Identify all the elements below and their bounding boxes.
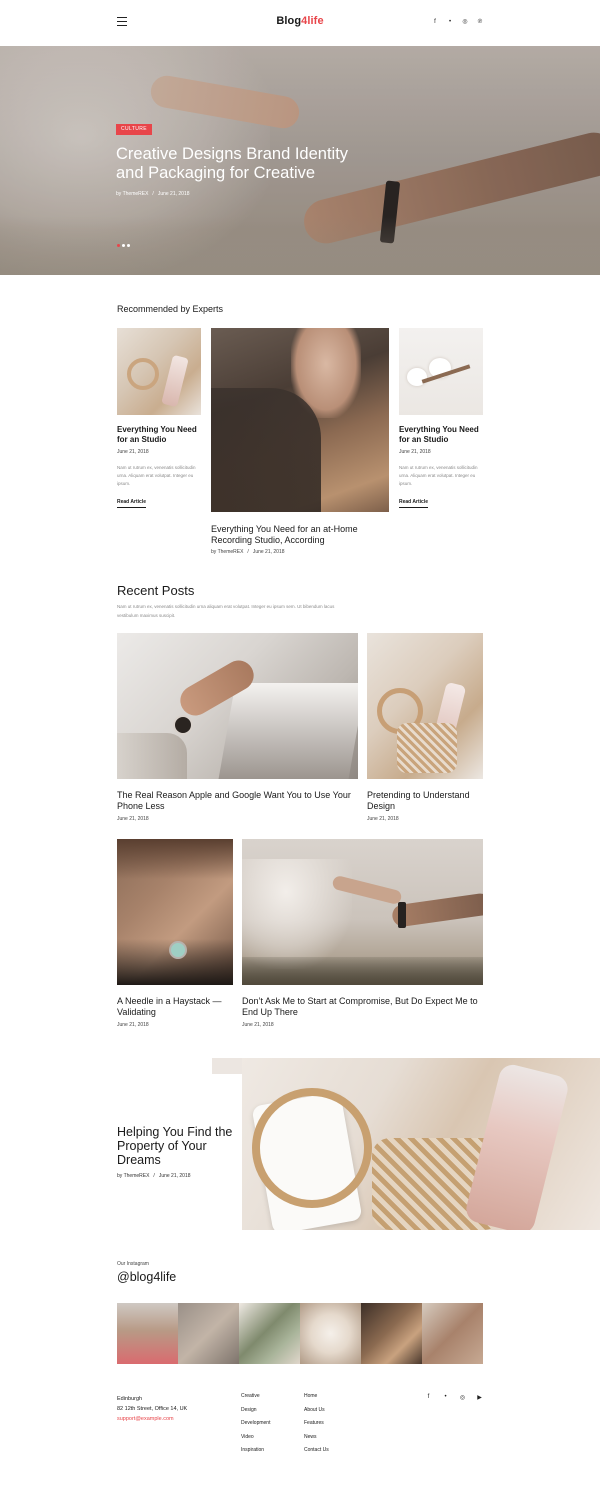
footer-street: 82 12th Street, Office 14, UK (117, 1406, 188, 1412)
footer-link-creative[interactable]: Creative (241, 1393, 270, 1407)
logo-text-blog: Blog (276, 15, 302, 27)
facebook-icon[interactable]: f (432, 18, 438, 26)
footer-address: Edinburgh 82 12th Street, Office 14, UK … (117, 1394, 187, 1424)
post-3-image[interactable] (117, 839, 233, 985)
rec-center-date: June 21, 2018 (252, 549, 285, 555)
rec-left-date: June 21, 2018 (117, 449, 149, 455)
rec-left-image[interactable] (117, 328, 201, 415)
footer-email-link[interactable]: support@example.com (117, 1414, 187, 1424)
rec-left-title[interactable]: Everything You Need for an Studio (117, 425, 202, 445)
instagram-icon[interactable]: ◎ (462, 18, 468, 26)
promo-title[interactable]: Helping You Find the Property of Your Dr… (117, 1125, 237, 1167)
instagram-grid (117, 1303, 483, 1364)
footer-categories: Creative Design Development Video Inspir… (241, 1393, 270, 1461)
hero-pagination (117, 244, 130, 247)
promo-image[interactable] (242, 1058, 600, 1230)
instagram-photo-2[interactable] (178, 1303, 239, 1364)
footer-link-design[interactable]: Design (241, 1407, 270, 1421)
site-logo[interactable]: Blog4life (0, 15, 600, 27)
youtube-icon[interactable]: ▶ (476, 1394, 483, 1401)
rec-right-title[interactable]: Everything You Need for an Studio (399, 425, 484, 445)
rec-right-image[interactable] (399, 328, 483, 415)
instagram-label: Our Instagram (117, 1261, 149, 1267)
rec-left-read-link[interactable]: Read Article (117, 499, 146, 508)
post-2-title[interactable]: Pretending to Understand Design (367, 790, 483, 812)
hero-author[interactable]: by ThemeREX (116, 191, 148, 197)
footer-link-inspiration[interactable]: Inspiration (241, 1447, 270, 1461)
instagram-photo-6[interactable] (422, 1303, 483, 1364)
promo-date: June 21, 2018 (158, 1173, 191, 1179)
footer-link-about[interactable]: About Us (304, 1407, 329, 1421)
post-1-image[interactable] (117, 633, 358, 779)
footer-city: Edinburgh (117, 1396, 143, 1402)
footer-social-links: f • ◎ ▶ (425, 1394, 483, 1401)
hero-meta: by ThemeREX / June 21, 2018 (116, 191, 190, 197)
rec-center-title[interactable]: Everything You Need for an at-Home Recor… (211, 524, 386, 546)
promo-meta: by ThemeREX / June 21, 2018 (117, 1173, 191, 1179)
twitter-icon[interactable]: • (442, 1394, 449, 1401)
rec-center-meta: by ThemeREX / June 21, 2018 (211, 549, 285, 555)
post-2-date: June 21, 2018 (367, 816, 399, 822)
post-3-date: June 21, 2018 (117, 1022, 149, 1028)
header-social-links: f • ◎ ℗ (432, 18, 483, 26)
instagram-photo-4[interactable] (300, 1303, 361, 1364)
hero-title[interactable]: Creative Designs Brand Identity and Pack… (116, 145, 376, 183)
footer-link-news[interactable]: News (304, 1434, 329, 1448)
hero-category-tag[interactable]: Culture (116, 124, 153, 135)
rec-left-excerpt: Nam ut rutrum ex, venenatis sollicitudin… (117, 465, 196, 486)
rec-center-author[interactable]: by ThemeREX (211, 549, 243, 555)
post-4-image[interactable] (242, 839, 483, 985)
post-4-title[interactable]: Don’t Ask Me to Start at Compromise, But… (242, 996, 487, 1018)
recent-posts-title: Recent Posts (117, 583, 195, 598)
hero-date: June 21, 2018 (157, 191, 190, 197)
post-1-title[interactable]: The Real Reason Apple and Google Want Yo… (117, 790, 357, 812)
rec-right-date: June 21, 2018 (399, 449, 431, 455)
hero-dot-1[interactable] (117, 244, 120, 247)
rec-right-read-link[interactable]: Read Article (399, 499, 428, 508)
rec-right-excerpt: Nam ut rutrum ex, venenatis sollicitudin… (399, 465, 478, 486)
site-header: Blog4life f • ◎ ℗ (0, 0, 600, 46)
logo-text-4life: 4life (301, 15, 324, 27)
instagram-photo-5[interactable] (361, 1303, 422, 1364)
post-1-date: June 21, 2018 (117, 816, 149, 822)
recommended-title: Recommended by Experts (117, 304, 224, 314)
footer-link-features[interactable]: Features (304, 1420, 329, 1434)
hero-dot-2[interactable] (122, 244, 125, 247)
instagram-icon[interactable]: ◎ (459, 1394, 466, 1401)
post-4-date: June 21, 2018 (242, 1022, 274, 1028)
instagram-photo-3[interactable] (239, 1303, 300, 1364)
promo-author[interactable]: by ThemeREX (117, 1173, 149, 1179)
footer-link-home[interactable]: Home (304, 1393, 329, 1407)
instagram-photo-1[interactable] (117, 1303, 178, 1364)
hero-dot-3[interactable] (127, 244, 130, 247)
post-3-title[interactable]: A Needle in a Haystack — Validating (117, 996, 235, 1018)
instagram-handle[interactable]: @blog4life (117, 1270, 176, 1284)
recent-posts-intro: Nam ut rutrum ex, venenatis sollicitudin… (117, 604, 335, 618)
footer-link-development[interactable]: Development (241, 1420, 270, 1434)
rec-center-image[interactable] (211, 328, 389, 512)
footer-link-contact[interactable]: Contact Us (304, 1447, 329, 1461)
footer-pages: Home About Us Features News Contact Us (304, 1393, 329, 1461)
post-2-image[interactable] (367, 633, 483, 779)
pinterest-icon[interactable]: ℗ (477, 18, 483, 26)
twitter-icon[interactable]: • (447, 18, 453, 26)
facebook-icon[interactable]: f (425, 1394, 432, 1401)
footer-link-video[interactable]: Video (241, 1434, 270, 1448)
